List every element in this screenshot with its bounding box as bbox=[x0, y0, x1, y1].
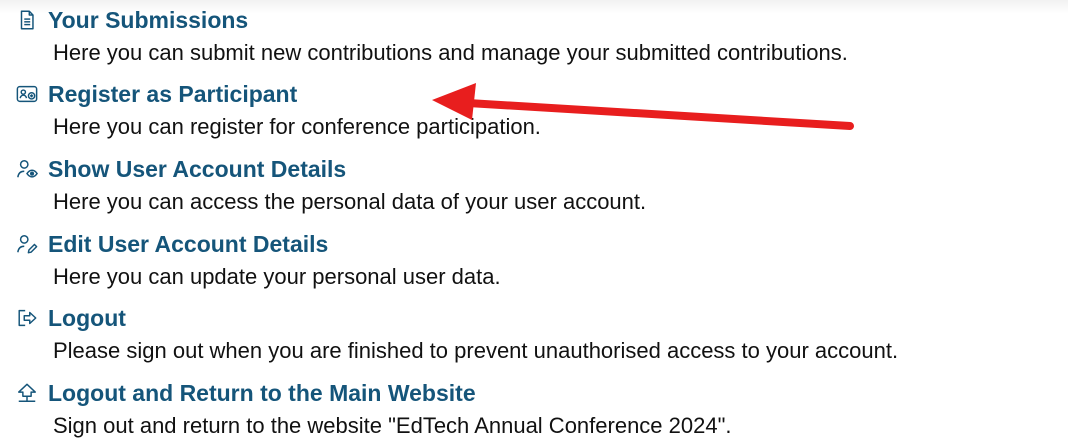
logout-title[interactable]: Logout bbox=[48, 305, 126, 332]
your-submissions-title[interactable]: Your Submissions bbox=[48, 7, 248, 34]
logout-and-return-link[interactable]: Logout and Return to the Main Website bbox=[16, 377, 476, 409]
logout-and-return-title[interactable]: Logout and Return to the Main Website bbox=[48, 380, 476, 407]
logout-icon bbox=[16, 307, 38, 329]
your-submissions-description: Here you can submit new contributions an… bbox=[53, 40, 848, 65]
edit-user-account-details-title[interactable]: Edit User Account Details bbox=[48, 231, 328, 258]
register-card-icon bbox=[16, 83, 38, 105]
home-exit-icon bbox=[16, 382, 38, 404]
show-user-account-details-title[interactable]: Show User Account Details bbox=[48, 156, 346, 183]
user-edit-icon bbox=[16, 233, 38, 255]
show-user-account-details-link[interactable]: Show User Account Details bbox=[16, 153, 346, 185]
user-eye-icon bbox=[16, 158, 38, 180]
menu-item-logout: Logout Please sign out when you are fini… bbox=[0, 298, 1068, 373]
menu-item-edit-user-account-details: Edit User Account Details Here you can u… bbox=[0, 224, 1068, 299]
logout-link[interactable]: Logout bbox=[16, 302, 126, 334]
edit-user-account-details-link[interactable]: Edit User Account Details bbox=[16, 228, 328, 260]
document-icon bbox=[16, 9, 38, 31]
show-user-account-details-description: Here you can access the personal data of… bbox=[53, 189, 647, 214]
register-as-participant-link[interactable]: Register as Participant bbox=[16, 78, 297, 110]
logout-description: Please sign out when you are finished to… bbox=[53, 338, 899, 363]
menu-item-logout-and-return: Logout and Return to the Main Website Si… bbox=[0, 373, 1068, 448]
menu-item-show-user-account-details: Show User Account Details Here you can a… bbox=[0, 149, 1068, 224]
register-as-participant-title[interactable]: Register as Participant bbox=[48, 81, 297, 108]
logout-and-return-description: Sign out and return to the website "EdTe… bbox=[53, 413, 732, 438]
your-submissions-link[interactable]: Your Submissions bbox=[16, 4, 248, 36]
edit-user-account-details-description: Here you can update your personal user d… bbox=[53, 264, 501, 289]
account-menu: Your Submissions Here you can submit new… bbox=[0, 0, 1068, 448]
menu-item-your-submissions: Your Submissions Here you can submit new… bbox=[0, 0, 1068, 75]
menu-item-register-as-participant: Register as Participant Here you can reg… bbox=[0, 74, 1068, 149]
register-as-participant-description: Here you can register for conference par… bbox=[53, 114, 541, 139]
